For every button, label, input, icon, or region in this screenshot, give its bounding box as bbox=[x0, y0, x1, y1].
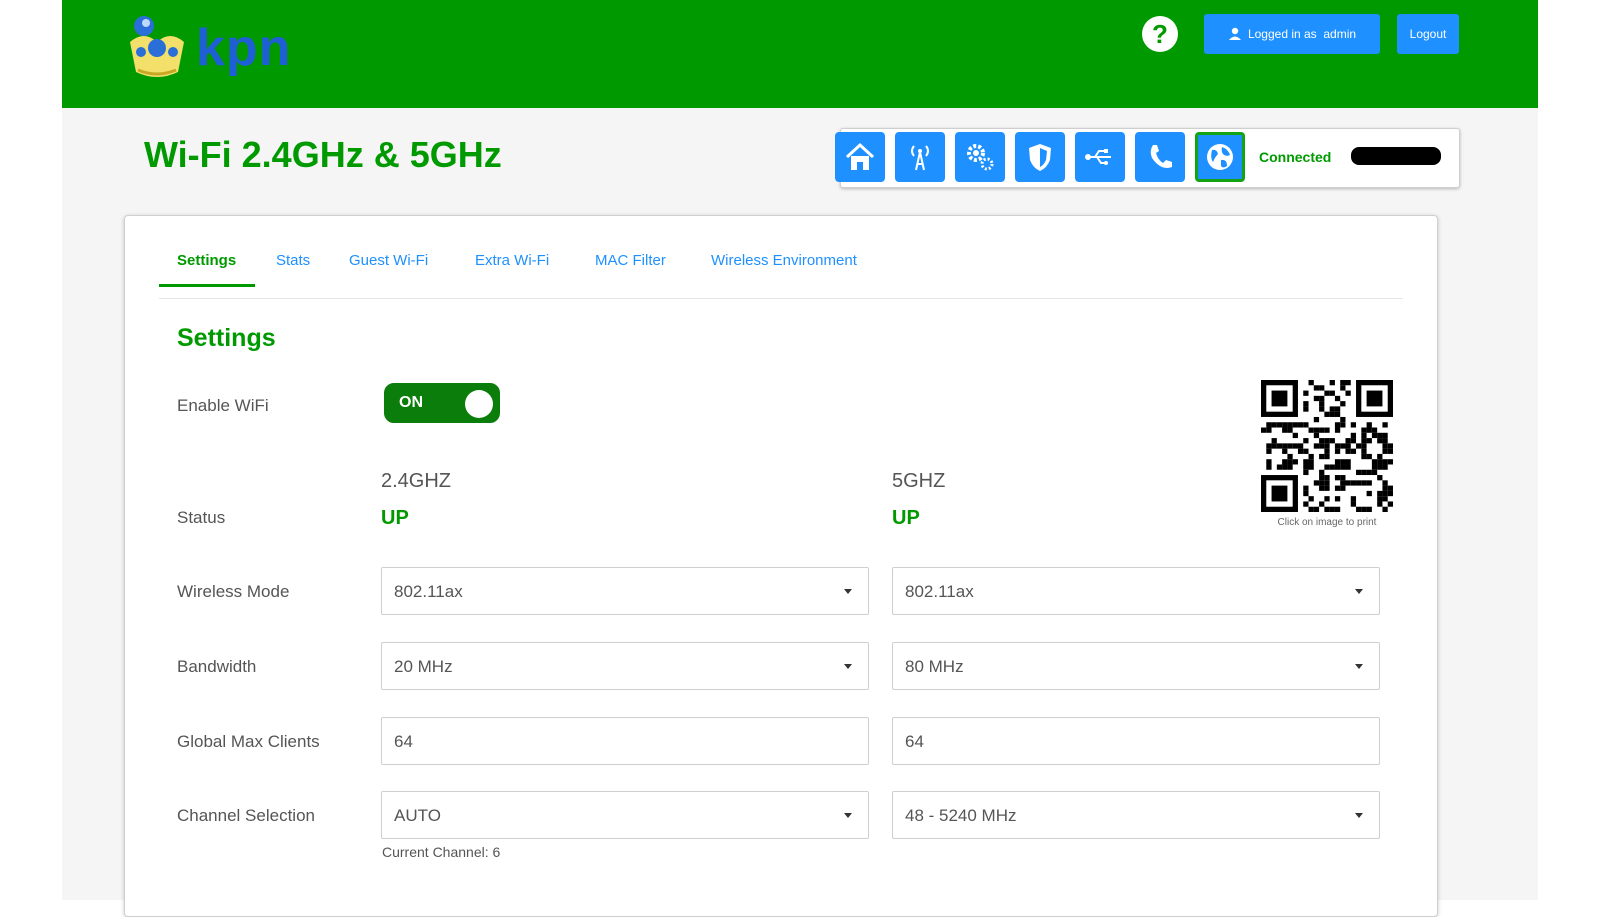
max-clients-24-input[interactable]: 64 bbox=[381, 717, 869, 765]
wifi-settings-card: Settings Stats Guest Wi-Fi Extra Wi-Fi M… bbox=[124, 215, 1438, 917]
nav-usb-button[interactable] bbox=[1075, 132, 1125, 182]
tab-stats[interactable]: Stats bbox=[276, 252, 310, 269]
current-channel-text: Current Channel: 6 bbox=[382, 844, 501, 860]
status-label: Status bbox=[177, 508, 226, 527]
connection-status: Connected bbox=[1259, 149, 1332, 165]
nav-settings-button[interactable] bbox=[955, 132, 1005, 182]
max-clients-5-input[interactable]: 64 bbox=[892, 717, 1380, 765]
dropdown-caret-icon bbox=[1355, 813, 1363, 818]
page-title: Wi-Fi 2.4GHz & 5GHz bbox=[144, 134, 502, 175]
dropdown-caret-icon bbox=[1355, 664, 1363, 669]
dropdown-caret-icon bbox=[844, 664, 852, 669]
username: admin bbox=[1323, 27, 1357, 41]
status-24-value: UP bbox=[381, 507, 409, 529]
app-window: kpn ? Logged in as admin Logout Wi-Fi 2.… bbox=[62, 0, 1538, 917]
wireless-mode-label: Wireless Mode bbox=[177, 582, 290, 601]
icon-nav-bar: Connected bbox=[835, 128, 1460, 188]
max-clients-24-value: 64 bbox=[394, 732, 413, 751]
user-icon bbox=[1228, 27, 1241, 40]
nav-security-button[interactable] bbox=[1015, 132, 1065, 182]
logged-in-button[interactable]: Logged in as admin bbox=[1204, 14, 1380, 54]
tab-guest-wifi[interactable]: Guest Wi-Fi bbox=[349, 252, 428, 269]
wireless-mode-24-select[interactable]: 802.11ax bbox=[381, 567, 869, 615]
home-icon bbox=[845, 142, 875, 170]
bandwidth-5-select[interactable]: 80 MHz bbox=[892, 642, 1380, 690]
phone-icon bbox=[1150, 145, 1172, 168]
nav-wireless-button[interactable] bbox=[895, 132, 945, 182]
redacted-connection-info bbox=[1351, 147, 1441, 165]
bandwidth-5-value: 80 MHz bbox=[905, 657, 964, 676]
dropdown-caret-icon bbox=[844, 589, 852, 594]
band-5-heading: 5GHZ bbox=[892, 470, 946, 492]
channel-24-value: AUTO bbox=[394, 806, 441, 825]
active-tab-indicator bbox=[159, 284, 255, 287]
bandwidth-label: Bandwidth bbox=[177, 657, 257, 676]
crown-icon bbox=[130, 16, 184, 77]
logout-button[interactable]: Logout bbox=[1397, 14, 1459, 54]
wireless-mode-24-value: 802.11ax bbox=[394, 582, 463, 601]
max-clients-label: Global Max Clients bbox=[177, 732, 320, 751]
shield-icon bbox=[1029, 144, 1051, 171]
status-5-value: UP bbox=[892, 507, 920, 529]
brand-name: kpn bbox=[196, 19, 292, 77]
wireless-mode-5-select[interactable]: 802.11ax bbox=[892, 567, 1380, 615]
toggle-knob bbox=[465, 390, 493, 418]
max-clients-5-value: 64 bbox=[905, 732, 924, 751]
globe-icon bbox=[1207, 144, 1233, 170]
usb-icon bbox=[1085, 149, 1111, 165]
nav-internet-button[interactable] bbox=[1195, 132, 1245, 182]
wireless-icon bbox=[911, 145, 929, 171]
wifi-qr-code[interactable]: Click on image to print bbox=[1261, 380, 1393, 528]
tab-bar: Settings Stats Guest Wi-Fi Extra Wi-Fi M… bbox=[159, 246, 1403, 299]
logged-in-label: Logged in as bbox=[1247, 27, 1317, 41]
tab-settings[interactable]: Settings bbox=[177, 252, 236, 269]
dropdown-caret-icon bbox=[1355, 589, 1363, 594]
tab-wireless-environment[interactable]: Wireless Environment bbox=[711, 252, 857, 269]
tab-extra-wifi[interactable]: Extra Wi-Fi bbox=[475, 252, 549, 269]
tab-mac-filter[interactable]: MAC Filter bbox=[595, 252, 666, 269]
section-heading: Settings bbox=[177, 324, 276, 352]
bandwidth-24-value: 20 MHz bbox=[394, 657, 453, 676]
settings-gears-icon bbox=[967, 144, 994, 171]
dropdown-caret-icon bbox=[844, 813, 852, 818]
help-icon[interactable]: ? bbox=[1142, 16, 1178, 52]
bandwidth-24-select[interactable]: 20 MHz bbox=[381, 642, 869, 690]
toggle-state: ON bbox=[399, 394, 423, 411]
enable-wifi-label: Enable WiFi bbox=[177, 396, 269, 415]
channel-24-select[interactable]: AUTO bbox=[381, 791, 869, 839]
band-24-heading: 2.4GHZ bbox=[381, 470, 452, 492]
top-header: kpn ? Logged in as admin Logout bbox=[62, 0, 1538, 108]
channel-5-select[interactable]: 48 - 5240 MHz bbox=[892, 791, 1380, 839]
enable-wifi-toggle[interactable]: ON bbox=[384, 383, 500, 423]
kpn-logo[interactable]: kpn bbox=[124, 12, 291, 84]
channel-selection-label: Channel Selection bbox=[177, 806, 315, 825]
channel-5-value: 48 - 5240 MHz bbox=[905, 806, 1017, 825]
nav-home-button[interactable] bbox=[835, 132, 885, 182]
nav-phone-button[interactable] bbox=[1135, 132, 1185, 182]
wireless-mode-5-value: 802.11ax bbox=[905, 582, 974, 601]
qr-caption: Click on image to print bbox=[1277, 517, 1377, 528]
qr-code-image[interactable] bbox=[1261, 380, 1393, 512]
